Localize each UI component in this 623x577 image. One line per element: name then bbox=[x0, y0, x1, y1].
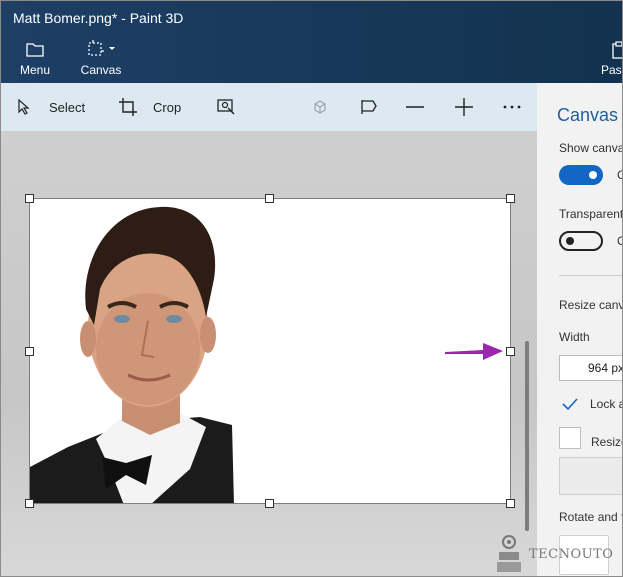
plus-icon bbox=[455, 98, 473, 116]
resize-handle-left[interactable] bbox=[25, 347, 34, 356]
paste-button[interactable]: Pas bbox=[601, 41, 622, 77]
canvas-tab-label: Canvas bbox=[80, 63, 122, 77]
resize-canvas-label: Resize canva bbox=[559, 298, 622, 312]
portrait-image bbox=[30, 206, 234, 503]
canvas-panel: Canvas Show canva C Transparent C Resize… bbox=[537, 83, 623, 576]
width-input[interactable]: 964 px bbox=[559, 355, 622, 381]
panel-divider bbox=[559, 275, 622, 276]
resize-handle-top-left[interactable] bbox=[25, 194, 34, 203]
width-label: Width bbox=[559, 330, 590, 344]
magic-select-icon bbox=[217, 99, 235, 115]
ribbon: Matt Bomer.png* - Paint 3D Menu Canvas P… bbox=[1, 1, 622, 83]
crop-tool[interactable]: Crop bbox=[119, 83, 181, 131]
more-options-button[interactable] bbox=[503, 83, 521, 131]
3d-view-tool[interactable] bbox=[312, 83, 328, 131]
flip-tool[interactable] bbox=[360, 83, 378, 131]
crop-tool-label: Crop bbox=[153, 99, 182, 115]
rotate-flip-label: Rotate and f bbox=[559, 510, 623, 524]
transparent-canvas-toggle[interactable] bbox=[559, 231, 603, 251]
cube-icon bbox=[314, 100, 326, 114]
zoom-in-button[interactable] bbox=[455, 83, 473, 131]
resize-image-checkbox[interactable] bbox=[559, 427, 581, 449]
menu-button-label: Menu bbox=[19, 63, 51, 77]
paste-label: Pas bbox=[601, 63, 622, 77]
resize-handle-right[interactable] bbox=[506, 347, 515, 356]
folder-icon bbox=[26, 43, 44, 57]
select-tool[interactable]: Select bbox=[17, 83, 85, 131]
annotation-arrow-icon bbox=[445, 343, 503, 360]
canvas[interactable] bbox=[29, 198, 511, 504]
vertical-scrollbar[interactable] bbox=[525, 341, 529, 531]
toolbar: Select Crop bbox=[1, 83, 537, 131]
chevron-down-icon bbox=[109, 47, 115, 50]
resize-handle-top[interactable] bbox=[265, 194, 274, 203]
canvas-tab-button[interactable]: Canvas bbox=[75, 39, 127, 79]
watermark-logo-icon bbox=[497, 535, 521, 572]
show-canvas-label: Show canva bbox=[559, 141, 623, 155]
clipboard-icon bbox=[612, 41, 622, 59]
ellipsis-icon bbox=[503, 105, 521, 109]
resize-handle-top-right[interactable] bbox=[506, 194, 515, 203]
resize-image-label: Resize bbox=[591, 435, 622, 449]
flag-icon bbox=[361, 100, 377, 114]
crop-icon bbox=[119, 98, 137, 116]
show-canvas-toggle[interactable] bbox=[559, 165, 603, 185]
paint3d-window: Matt Bomer.png* - Paint 3D Menu Canvas P… bbox=[0, 0, 623, 577]
magic-select-tool[interactable] bbox=[217, 83, 235, 131]
show-canvas-state: C bbox=[617, 168, 622, 182]
window-title: Matt Bomer.png* - Paint 3D bbox=[13, 10, 184, 26]
transparent-canvas-label: Transparent bbox=[559, 207, 623, 221]
transparent-canvas-state: C bbox=[617, 234, 622, 248]
preview-box bbox=[559, 457, 622, 495]
pointer-icon bbox=[18, 99, 30, 115]
watermark-text: TECNOUTO bbox=[529, 546, 614, 562]
resize-handle-bottom-left[interactable] bbox=[25, 499, 34, 508]
menu-button[interactable]: Menu bbox=[9, 39, 61, 79]
resize-handle-bottom-right[interactable] bbox=[506, 499, 515, 508]
panel-title: Canvas bbox=[557, 105, 619, 125]
watermark: TECNOUTO bbox=[495, 531, 622, 576]
lock-aspect-label: Lock a bbox=[590, 397, 623, 411]
select-tool-label: Select bbox=[49, 99, 86, 115]
resize-handle-bottom[interactable] bbox=[265, 499, 274, 508]
checkmark-icon bbox=[562, 398, 578, 411]
lock-aspect-checkbox[interactable] bbox=[559, 393, 581, 415]
canvas-icon bbox=[88, 40, 115, 56]
zoom-out-button[interactable] bbox=[406, 83, 424, 131]
minus-icon bbox=[406, 106, 424, 108]
